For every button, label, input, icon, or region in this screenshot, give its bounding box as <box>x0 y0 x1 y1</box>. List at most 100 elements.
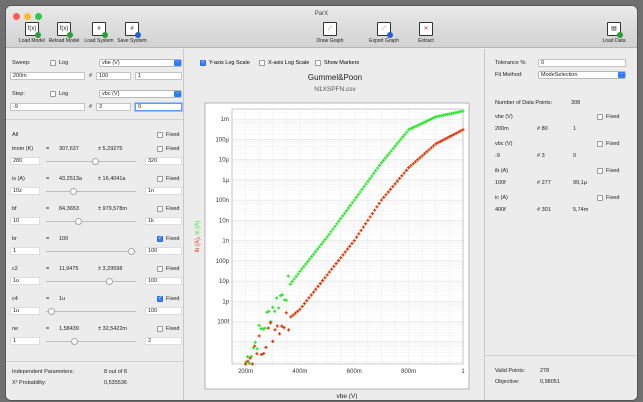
slider-knob[interactable] <box>75 218 82 225</box>
param-fixed-checkbox[interactable] <box>157 176 163 182</box>
load-data-button[interactable]: ▤ Load Data <box>596 22 632 44</box>
param-min-input[interactable]: 280 <box>10 157 40 165</box>
y-log-checkbox[interactable] <box>200 59 206 66</box>
y-tick-label: 10µ <box>219 158 230 164</box>
step-start-input[interactable]: -9 <box>10 103 85 111</box>
y-tick-label: 10n <box>219 218 229 224</box>
param-equals: = <box>46 266 50 272</box>
y-tick-label: 1p <box>222 299 229 305</box>
param-max-input[interactable]: 1n <box>145 187 182 195</box>
slider-knob[interactable] <box>106 278 113 285</box>
param-slider[interactable] <box>46 248 136 255</box>
slider-knob[interactable] <box>71 338 78 345</box>
step-label: Step: <box>12 91 25 97</box>
param-value: 100 <box>59 236 69 242</box>
param-uncertainty: ± 32,5422m <box>98 326 128 332</box>
load-model-button[interactable]: f(x) Load Model <box>14 22 50 44</box>
param-min-input[interactable]: 1 <box>10 337 40 345</box>
fit-method-select[interactable]: ModeSelection ⌃ <box>538 71 626 79</box>
param-max-input[interactable]: 2 <box>145 337 182 345</box>
param-max-input[interactable]: 320 <box>145 157 182 165</box>
slider-knob[interactable] <box>92 158 99 165</box>
param-fixed-checkbox[interactable] <box>157 295 163 302</box>
variable-min: 100f <box>495 180 506 186</box>
param-slider[interactable] <box>46 218 136 225</box>
show-markers-checkbox[interactable] <box>315 60 321 66</box>
fixed-label: Fixed <box>606 195 620 201</box>
param-slider[interactable] <box>46 338 136 345</box>
variable-fixed-checkbox[interactable] <box>597 114 603 120</box>
param-uncertainty: ± 5,29275 <box>98 146 123 152</box>
hash-icon: # <box>92 22 108 38</box>
param-min-input[interactable]: 10 <box>10 217 40 225</box>
param-max-input[interactable]: 100 <box>145 307 182 315</box>
graph-panel: Y-axis Log Scale X-axis Log Scale Show M… <box>185 49 483 400</box>
param-slider[interactable] <box>46 278 136 285</box>
slider-knob[interactable] <box>70 188 77 195</box>
y-log-label: Y-axis Log Scale <box>209 60 250 66</box>
param-min-input[interactable]: 1 <box>10 247 40 255</box>
variable-fixed-checkbox[interactable] <box>597 141 603 147</box>
param-slider[interactable] <box>46 158 136 165</box>
param-equals: = <box>46 326 50 332</box>
variable-fixed-checkbox[interactable] <box>597 168 603 174</box>
step-log-checkbox[interactable] <box>50 91 56 97</box>
sweep-start-input[interactable]: 200m <box>10 72 85 80</box>
objective-value: 0,98051 <box>540 379 560 385</box>
chart-export-icon: ⟋ <box>377 22 393 38</box>
step-count-input[interactable]: 3 <box>96 103 131 111</box>
param-max-input[interactable]: 100 <box>145 277 182 285</box>
export-graph-button[interactable]: ⟋ Export Graph <box>363 22 405 44</box>
load-system-button[interactable]: # Load System <box>81 22 117 44</box>
variable-min: 400f <box>495 207 506 213</box>
variable-fixed-checkbox[interactable] <box>597 195 603 201</box>
tolerance-input[interactable]: 0 <box>538 59 626 67</box>
fixed-label: Fixed <box>166 132 180 138</box>
param-fixed-checkbox[interactable] <box>157 235 163 242</box>
variable-min: -9 <box>495 153 500 159</box>
slider-knob[interactable] <box>48 308 55 315</box>
param-slider[interactable] <box>46 308 136 315</box>
x-log-checkbox[interactable] <box>259 60 265 66</box>
step-variable-select[interactable]: vbc (V) ⌃ <box>99 90 182 98</box>
all-fixed-checkbox[interactable] <box>157 132 163 138</box>
param-fixed-checkbox[interactable] <box>157 326 163 332</box>
save-system-button[interactable]: # Save System <box>114 22 150 44</box>
param-uncertainty: ± 3,29598 <box>98 266 123 272</box>
x-tick-label: 200m <box>238 369 253 375</box>
param-fixed-checkbox[interactable] <box>157 266 163 272</box>
gummel-poon-chart[interactable]: Gummel&Poon N1XSPFN.csv vbe (V) ib (A), ic … <box>185 69 483 399</box>
valid-points-value: 278 <box>540 368 550 374</box>
variable-max: 5,74m <box>573 207 589 213</box>
param-equals: = <box>46 176 50 182</box>
reload-model-button[interactable]: f(x) Reload Model <box>46 22 82 44</box>
param-max-input[interactable]: 1k <box>145 217 182 225</box>
chart-icon: ⟋ <box>323 22 337 36</box>
sweep-log-checkbox[interactable] <box>50 60 56 66</box>
y-tick-label: 1µ <box>222 178 229 184</box>
param-min-input[interactable]: 10z <box>10 187 40 195</box>
param-min-input[interactable]: 1u <box>10 277 40 285</box>
param-min-input[interactable]: 1u <box>10 307 40 315</box>
extract-button[interactable]: ✕ Extract <box>408 22 444 44</box>
param-slider[interactable] <box>46 188 136 195</box>
variable-name: ic (A) <box>495 195 508 201</box>
sweep-stop-input[interactable]: 1 <box>135 72 182 80</box>
y-tick-label: 1m <box>221 117 229 123</box>
param-fixed-checkbox[interactable] <box>157 146 163 152</box>
fixed-label: Fixed <box>606 114 620 120</box>
sweep-count-input[interactable]: 100 <box>96 72 131 80</box>
param-fixed-checkbox[interactable] <box>157 206 163 212</box>
variable-count: # 301 <box>537 207 551 213</box>
fixed-label: Fixed <box>166 296 180 302</box>
draw-graph-button[interactable]: ⟋ Draw Graph <box>312 22 348 44</box>
param-equals: = <box>46 206 50 212</box>
x-log-label: X-axis Log Scale <box>268 60 310 66</box>
param-equals: = <box>46 296 50 302</box>
param-max-input[interactable]: 100 <box>145 247 182 255</box>
param-name: br <box>12 236 17 242</box>
data-points-label: Number of Data Points: <box>495 100 553 106</box>
sweep-variable-select[interactable]: vbe (V) ⌃ <box>99 59 182 67</box>
step-stop-input[interactable]: 0 <box>135 103 182 111</box>
slider-knob[interactable] <box>128 248 135 255</box>
